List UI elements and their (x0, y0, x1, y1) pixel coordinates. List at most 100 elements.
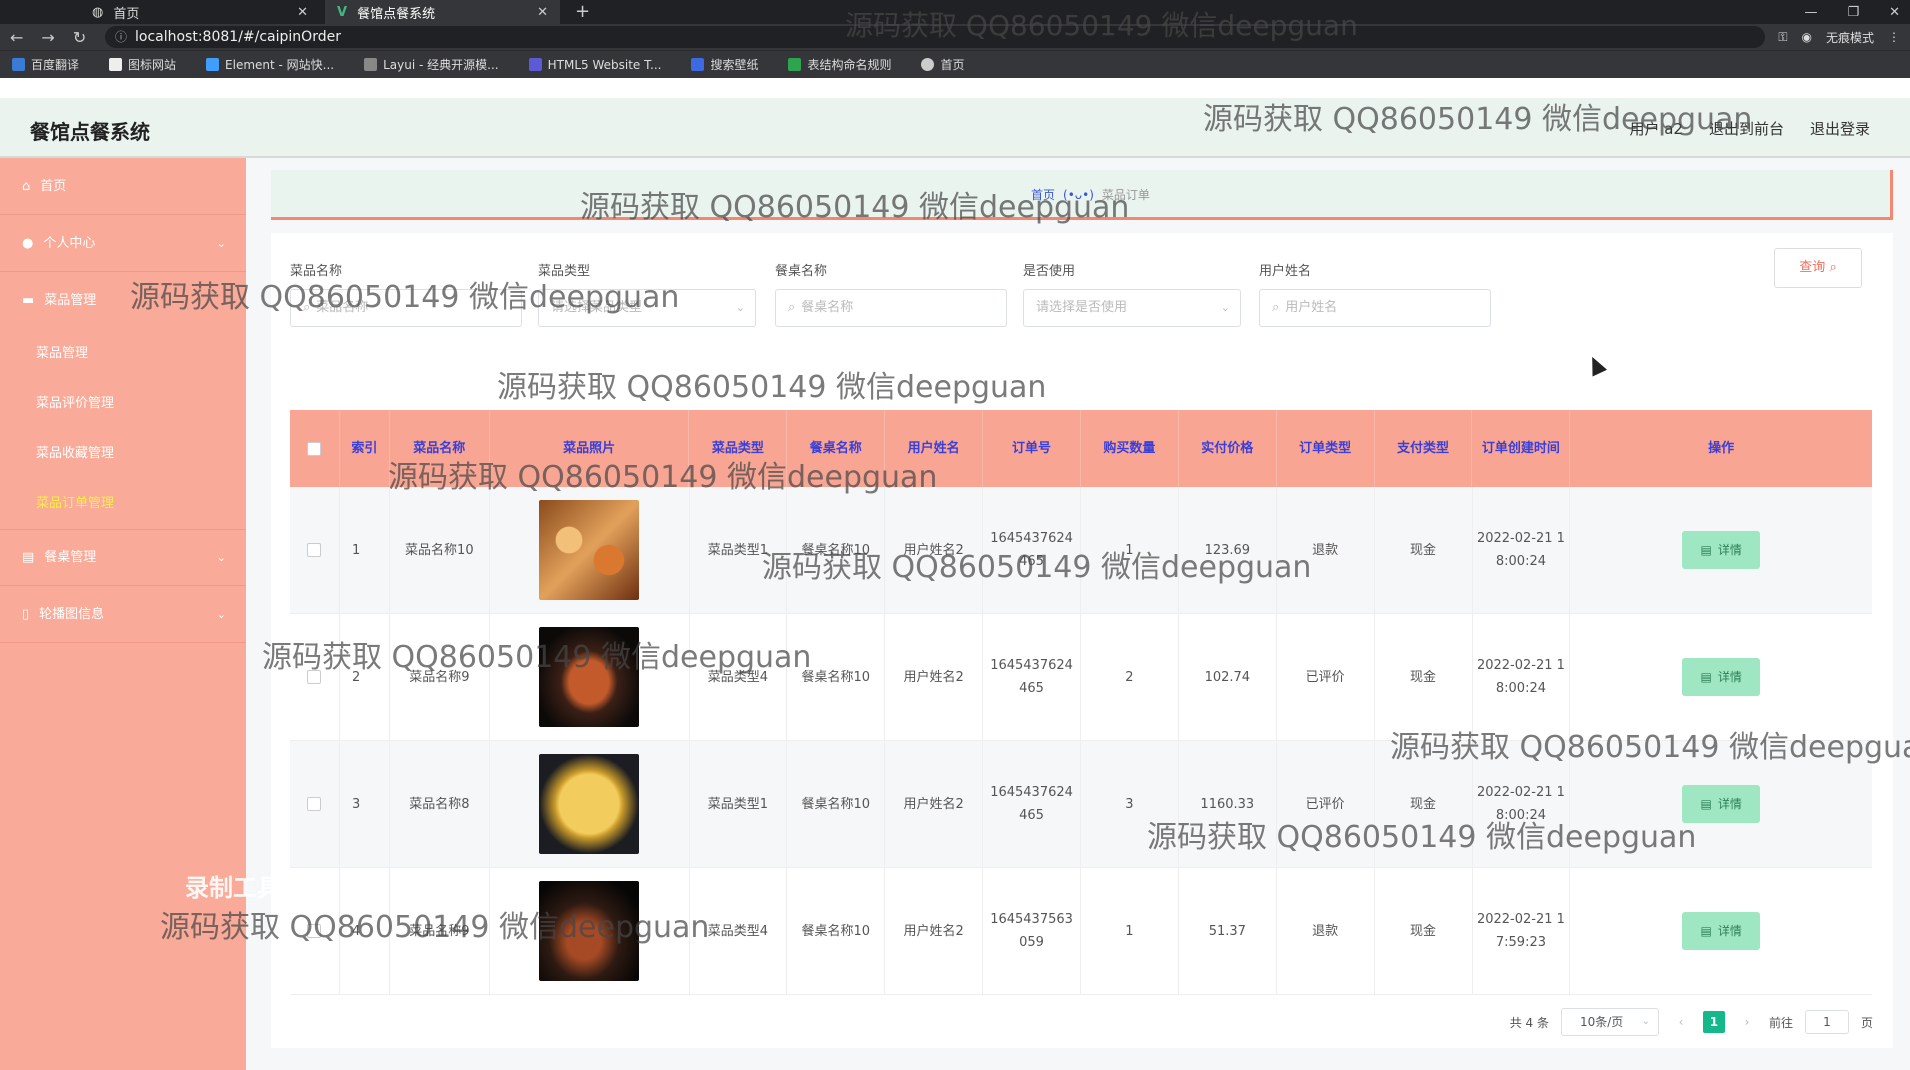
forward-icon[interactable]: → (41, 28, 54, 47)
row-checkbox[interactable] (307, 797, 322, 811)
close-window-icon[interactable]: ✕ (1889, 5, 1900, 20)
col-dish-type[interactable]: 菜品类型 (689, 410, 788, 487)
url-input[interactable]: ⓘ localhost:8081/#/caipinOrder (105, 26, 1765, 48)
cell-pay-type: 现金 (1375, 741, 1473, 867)
table-row: 2 菜品名称9 菜品类型4 餐桌名称10 用户姓名2 1645437624465… (290, 614, 1872, 741)
total-count: 共 4 条 (1509, 1015, 1549, 1030)
cell-user-name: 用户姓名2 (885, 741, 984, 867)
cell-actions: ▤ 详情 (1570, 614, 1872, 740)
bookmark-item[interactable]: Element - 网站快... (206, 56, 334, 73)
col-created-time[interactable]: 订单创建时间 (1472, 410, 1571, 487)
dish-type-select[interactable]: 请选择菜品类型 ⌄ (538, 289, 756, 327)
profile-label[interactable]: 无痕模式 (1826, 29, 1874, 46)
document-icon: ▤ (1700, 542, 1712, 557)
sidebar-sub-dish-review[interactable]: 菜品评价管理 (0, 379, 246, 429)
address-bar-row: ← → ↻ ⓘ localhost:8081/#/caipinOrder ⚿ ◉… (0, 24, 1910, 50)
breadcrumb-home[interactable]: 首页 (1031, 186, 1055, 203)
close-icon[interactable]: ✕ (297, 5, 308, 20)
more-icon[interactable]: ⋮ (1888, 30, 1900, 44)
filter-dish-type: 菜品类型 请选择菜品类型 ⌄ (538, 260, 756, 327)
col-qty[interactable]: 购买数量 (1081, 410, 1179, 487)
page-number[interactable]: 1 (1702, 1011, 1725, 1033)
search-icon: ⌕ (1272, 300, 1280, 315)
select-all-checkbox-cell[interactable] (290, 410, 340, 487)
row-checkbox[interactable] (307, 924, 322, 938)
row-checkbox-cell[interactable] (290, 741, 340, 867)
cell-dish-type: 菜品类型1 (690, 487, 788, 613)
tab-home[interactable]: ◍ 首页 ✕ (80, 0, 320, 24)
cell-created-time: 2022-02-21 18:00:24 (1473, 614, 1571, 740)
col-order-no[interactable]: 订单号 (983, 410, 1081, 487)
back-icon[interactable]: ← (10, 28, 23, 47)
restore-icon[interactable]: ❐ (1847, 5, 1859, 20)
cell-price: 51.37 (1179, 868, 1277, 994)
select-all-checkbox[interactable] (307, 441, 322, 456)
pagination: 共 4 条 10条/页 ⌄ ‹ 1 › 前往 1 页 (1510, 1008, 1873, 1036)
bookmark-item[interactable]: 搜索壁纸 (691, 56, 758, 73)
cell-user-name: 用户姓名2 (885, 487, 984, 613)
col-table-name[interactable]: 餐桌名称 (787, 410, 886, 487)
col-pay-type[interactable]: 支付类型 (1375, 410, 1473, 487)
sidebar-sub-dish-favorite[interactable]: 菜品收藏管理 (0, 429, 246, 479)
user-icon: ● (22, 235, 34, 251)
minimize-icon[interactable]: — (1804, 5, 1817, 20)
detail-button[interactable]: ▤ 详情 (1682, 531, 1761, 569)
tab-restaurant[interactable]: V 餐馆点餐系统 ✕ (325, 0, 560, 24)
detail-button[interactable]: ▤ 详情 (1682, 912, 1761, 950)
bookmark-item[interactable]: 表结构命名规则 (788, 56, 891, 73)
sidebar-sub-dish-order[interactable]: 菜品订单管理 (0, 479, 246, 529)
main-area: 首页 (•ᴗ•) 菜品订单 菜品名称 ⌕ 菜品名称 菜品类型 请选择菜品类型 ⌄ 餐… (246, 158, 1910, 1070)
bookmark-item[interactable]: Layui - 经典开源模... (364, 56, 499, 73)
sidebar-item-carousel[interactable]: ▯ 轮播图信息 ⌄ (0, 586, 246, 643)
dish-name-input[interactable]: ⌕ 菜品名称 (290, 289, 522, 327)
dish-photo (539, 500, 640, 600)
chevron-down-icon: ⌄ (216, 236, 226, 250)
row-checkbox-cell[interactable] (290, 487, 340, 613)
filter-dish-name: 菜品名称 ⌕ 菜品名称 (290, 260, 522, 327)
row-checkbox-cell[interactable] (290, 614, 340, 740)
row-checkbox[interactable] (307, 543, 322, 557)
col-user-name[interactable]: 用户姓名 (885, 410, 984, 487)
new-tab-button[interactable]: + (575, 0, 590, 24)
cell-order-no: 1645437624465 (983, 614, 1081, 740)
bookmark-item[interactable]: 图标网站 (109, 56, 176, 73)
col-order-type[interactable]: 订单类型 (1277, 410, 1375, 487)
cell-table-name: 餐桌名称10 (787, 487, 886, 613)
goto-page-input[interactable]: 1 (1804, 1010, 1849, 1034)
col-dish-photo[interactable]: 菜品照片 (490, 410, 690, 487)
sidebar-item-profile[interactable]: ● 个人中心 ⌄ (0, 215, 246, 272)
orders-table: 索引 菜品名称 菜品照片 菜品类型 餐桌名称 用户姓名 订单号 购买数量 实付价… (290, 410, 1872, 995)
breadcrumb: 首页 (•ᴗ•) 菜品订单 (1031, 186, 1150, 203)
row-checkbox-cell[interactable] (290, 868, 340, 994)
logout-link[interactable]: 退出登录 (1810, 118, 1870, 139)
next-page-icon[interactable]: › (1737, 1015, 1757, 1029)
bookmark-item[interactable]: HTML5 Website T... (528, 58, 661, 72)
user-name-input[interactable]: ⌕ 用户姓名 (1259, 289, 1491, 327)
user-label: 用户 a2 (1629, 120, 1683, 138)
table-name-input[interactable]: ⌕ 餐桌名称 (775, 289, 1007, 327)
detail-button[interactable]: ▤ 详情 (1682, 785, 1761, 823)
close-icon[interactable]: ✕ (537, 5, 548, 20)
col-index: 索引 (340, 410, 390, 487)
to-front-link[interactable]: 退出到前台 (1709, 118, 1784, 139)
prev-page-icon[interactable]: ‹ (1671, 1015, 1691, 1029)
sidebar-item-dishes[interactable]: ▬ 菜品管理 (0, 272, 246, 329)
bookmark-item[interactable]: 首页 (921, 56, 965, 73)
cell-order-no: 1645437563059 (983, 868, 1081, 994)
col-dish-name[interactable]: 菜品名称 (390, 410, 490, 487)
sidebar-item-tables[interactable]: ▤ 餐桌管理 ⌄ (0, 529, 246, 586)
query-button[interactable]: 查询 ⌕ (1774, 248, 1862, 288)
col-price[interactable]: 实付价格 (1179, 410, 1277, 487)
row-checkbox[interactable] (307, 670, 322, 684)
sidebar-sub-dish-manage[interactable]: 菜品管理 (0, 329, 246, 379)
is-used-select[interactable]: 请选择是否使用 ⌄ (1023, 289, 1241, 327)
page-size-select[interactable]: 10条/页 ⌄ (1560, 1008, 1659, 1036)
sidebar-item-home[interactable]: ⌂ 首页 (0, 158, 246, 215)
bookmark-item[interactable]: 百度翻译 (12, 56, 79, 73)
reload-icon[interactable]: ↻ (73, 28, 86, 47)
detail-button[interactable]: ▤ 详情 (1682, 658, 1761, 696)
cell-order-type: 退款 (1277, 487, 1375, 613)
key-icon[interactable]: ⚿ (1778, 30, 1787, 45)
table-body: 1 菜品名称10 菜品类型1 餐桌名称10 用户姓名2 164543762446… (290, 487, 1872, 995)
document-icon: ▤ (1700, 669, 1712, 684)
